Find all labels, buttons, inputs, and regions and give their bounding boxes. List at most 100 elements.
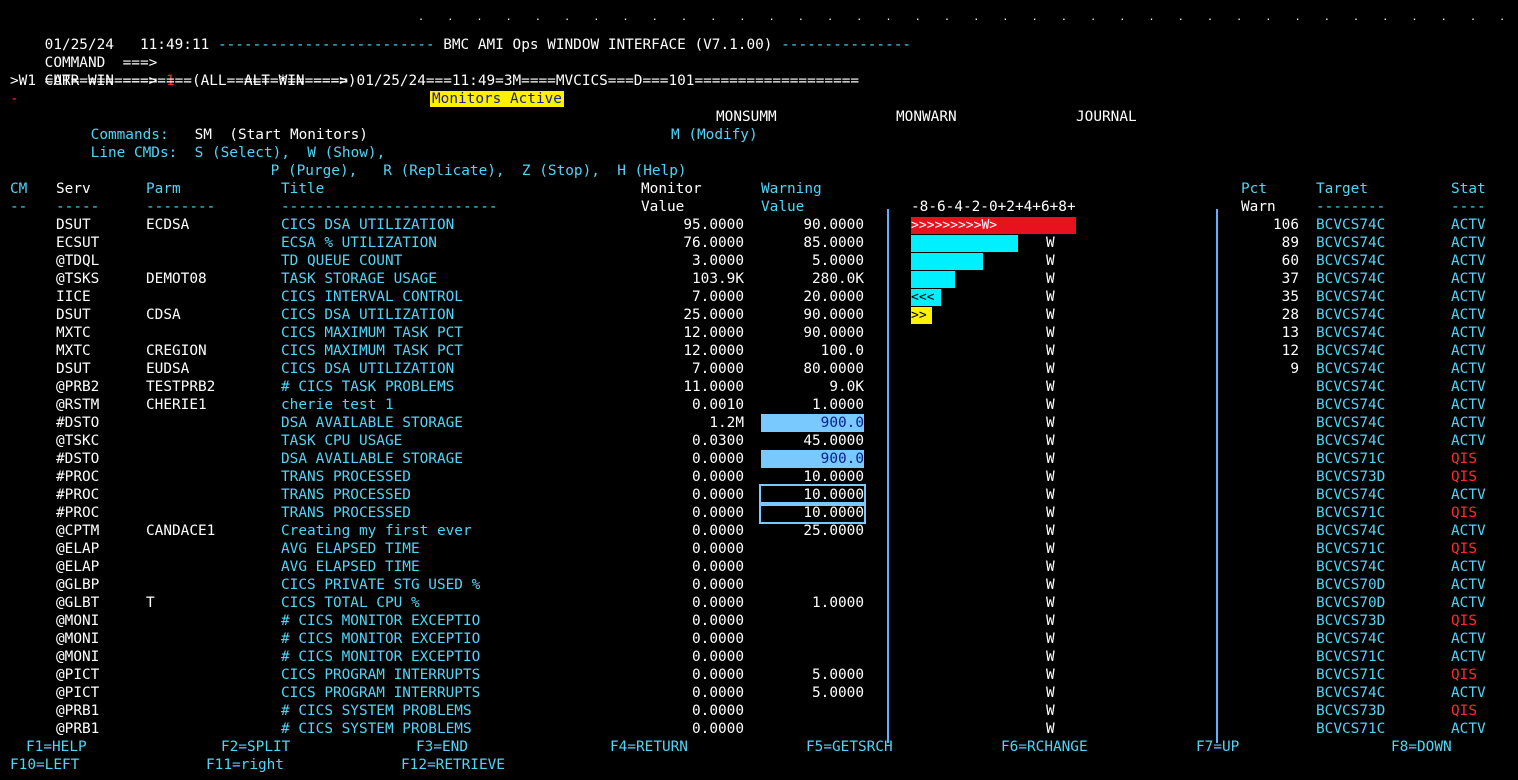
title-cell: Creating my first ever xyxy=(281,523,472,539)
parm-cell: ECDSA xyxy=(146,217,190,233)
stat-cell: ACTV xyxy=(1451,559,1486,575)
fkey-f7[interactable]: F7=UP xyxy=(1196,738,1239,756)
warning-value-cell: 85.0000 xyxy=(803,235,864,251)
target-cell: BCVCS74C xyxy=(1316,217,1386,233)
warning-value-cell: 1.0000 xyxy=(812,595,864,611)
fkey-f6[interactable]: F6=RCHANGE xyxy=(1001,738,1088,756)
serv-cell: #PROC xyxy=(56,487,100,503)
target-cell: BCVCS74C xyxy=(1316,271,1386,287)
pct-warn-cell: 13 xyxy=(1281,325,1299,341)
title-cell: CICS PROGRAM INTERRUPTS xyxy=(281,667,481,683)
journal-command[interactable]: JOURNAL xyxy=(1076,108,1137,126)
monitor-value-cell: 76.0000 xyxy=(683,235,744,251)
fkey-f12[interactable]: F12=RETRIEVE xyxy=(401,756,505,774)
serv-cell: MXTC xyxy=(56,325,91,341)
pct-warn-cell: 28 xyxy=(1281,307,1299,323)
target-cell: BCVCS74C xyxy=(1316,235,1386,251)
warn-marker: W xyxy=(1046,433,1055,449)
commands-line: Commands: SM (Start Monitors) xyxy=(56,108,368,143)
fkey-f2[interactable]: F2=SPLIT xyxy=(221,738,290,756)
title-cell: AVG ELAPSED TIME xyxy=(281,541,420,557)
warning-value-cell: 1.0000 xyxy=(812,397,864,413)
warning-value-cell: 5.0000 xyxy=(812,667,864,683)
target-cell: BCVCS71C xyxy=(1316,667,1386,683)
stat-cell: ACTV xyxy=(1451,217,1486,233)
warn-marker: W xyxy=(1046,523,1055,539)
fkey-f5[interactable]: F5=GETSRCH xyxy=(806,738,893,756)
target-cell: BCVCS74C xyxy=(1316,685,1386,701)
target-cell: BCVCS74C xyxy=(1316,487,1386,503)
warning-value-cell: 900.0 xyxy=(761,414,864,432)
title-cell: # CICS TASK PROBLEMS xyxy=(281,379,455,395)
col-title: Title xyxy=(281,181,325,197)
title-cell: CICS MAXIMUM TASK PCT xyxy=(281,325,463,341)
title-cell: cherie test 1 xyxy=(281,397,394,413)
warn-marker: W xyxy=(1046,361,1055,377)
monitor-value-cell: 0.0000 xyxy=(692,685,744,701)
fkey-f8[interactable]: F8=DOWN xyxy=(1391,738,1452,756)
serv-cell: @CPTM xyxy=(56,523,100,539)
serv-cell: #DSTO xyxy=(56,415,100,431)
warn-marker: W xyxy=(1046,541,1055,557)
monitor-value-cell: 12.0000 xyxy=(683,343,744,359)
monitor-value-cell: 0.0000 xyxy=(692,559,744,575)
stat-cell: QIS xyxy=(1451,451,1477,467)
title-cell: CICS PROGRAM INTERRUPTS xyxy=(281,685,481,701)
serv-cell: @GLBP xyxy=(56,577,100,593)
col-pct: Pct xyxy=(1241,181,1267,197)
target-cell: BCVCS74C xyxy=(1316,307,1386,323)
fkey-f11[interactable]: F11=right xyxy=(206,756,284,774)
warning-bar xyxy=(911,253,983,270)
monsumm-command[interactable]: MONSUMM xyxy=(716,108,777,126)
warn-marker: W xyxy=(1046,487,1055,503)
parm-cell: EUDSA xyxy=(146,361,190,377)
fkey-f4[interactable]: F4=RETURN xyxy=(610,738,688,756)
stop-cmd: Z (Stop), xyxy=(521,163,600,179)
warning-value-cell: 45.0000 xyxy=(803,433,864,449)
monitor-value-cell: 95.0000 xyxy=(683,217,744,233)
col-stat: Stat xyxy=(1451,181,1486,197)
stat-cell: ACTV xyxy=(1451,631,1486,647)
warning-value-cell: 80.0000 xyxy=(803,361,864,377)
fkey-f1[interactable]: F1=HELP xyxy=(26,738,87,756)
stat-cell: ACTV xyxy=(1451,577,1486,593)
serv-cell: DSUT xyxy=(56,307,91,323)
stat-cell: ACTV xyxy=(1451,271,1486,287)
monitor-value-cell: 3.0000 xyxy=(692,253,744,269)
warn-marker: W xyxy=(1046,613,1055,629)
serv-cell: @ELAP xyxy=(56,541,100,557)
modify-cmd: M (Modify) xyxy=(671,127,758,143)
warn-marker: W xyxy=(1046,289,1055,305)
monitor-value-cell: 0.0000 xyxy=(692,721,744,737)
stat-cell: ACTV xyxy=(1451,325,1486,341)
warning-value-cell: 90.0000 xyxy=(803,325,864,341)
col-scale: -8-6-4-2-0+2+4+6+8+ xyxy=(911,199,1076,215)
stat-cell: ACTV xyxy=(1451,235,1486,251)
monwarn-command[interactable]: MONWARN xyxy=(896,108,957,126)
monitor-value-cell: 0.0000 xyxy=(692,631,744,647)
fkey-f10[interactable]: F10=LEFT xyxy=(10,756,79,774)
warn-marker: W xyxy=(1046,559,1055,575)
col-warning-value: Value xyxy=(761,199,805,215)
monitor-value-cell: 12.0000 xyxy=(683,325,744,341)
target-cell: BCVCS71C xyxy=(1316,649,1386,665)
serv-cell: @PRB1 xyxy=(56,703,100,719)
target-cell: BCVCS74C xyxy=(1316,631,1386,647)
serv-cell: @TDQL xyxy=(56,253,100,269)
help-cmd: H (Help) xyxy=(617,163,687,179)
fkey-f3[interactable]: F3=END xyxy=(416,738,468,756)
warning-value-cell: 5.0000 xyxy=(812,685,864,701)
stat-cell: ACTV xyxy=(1451,523,1486,539)
col-warn: Warn xyxy=(1241,199,1276,215)
title-cell: CICS MAXIMUM TASK PCT xyxy=(281,343,463,359)
monitor-value-cell: 1.2M xyxy=(709,415,744,431)
command-line: COMMAND ===> xyxy=(10,36,158,71)
warn-marker: W xyxy=(1046,451,1055,467)
col-target-underline: -------- xyxy=(1316,199,1386,215)
target-cell: BCVCS74C xyxy=(1316,559,1386,575)
target-cell: BCVCS74C xyxy=(1316,379,1386,395)
title-cell: # CICS MONITOR EXCEPTIO xyxy=(281,613,481,629)
parm-cell: CANDACE1 xyxy=(146,523,216,539)
cursor-marker: - xyxy=(10,91,19,107)
parm-cell: T xyxy=(146,595,155,611)
